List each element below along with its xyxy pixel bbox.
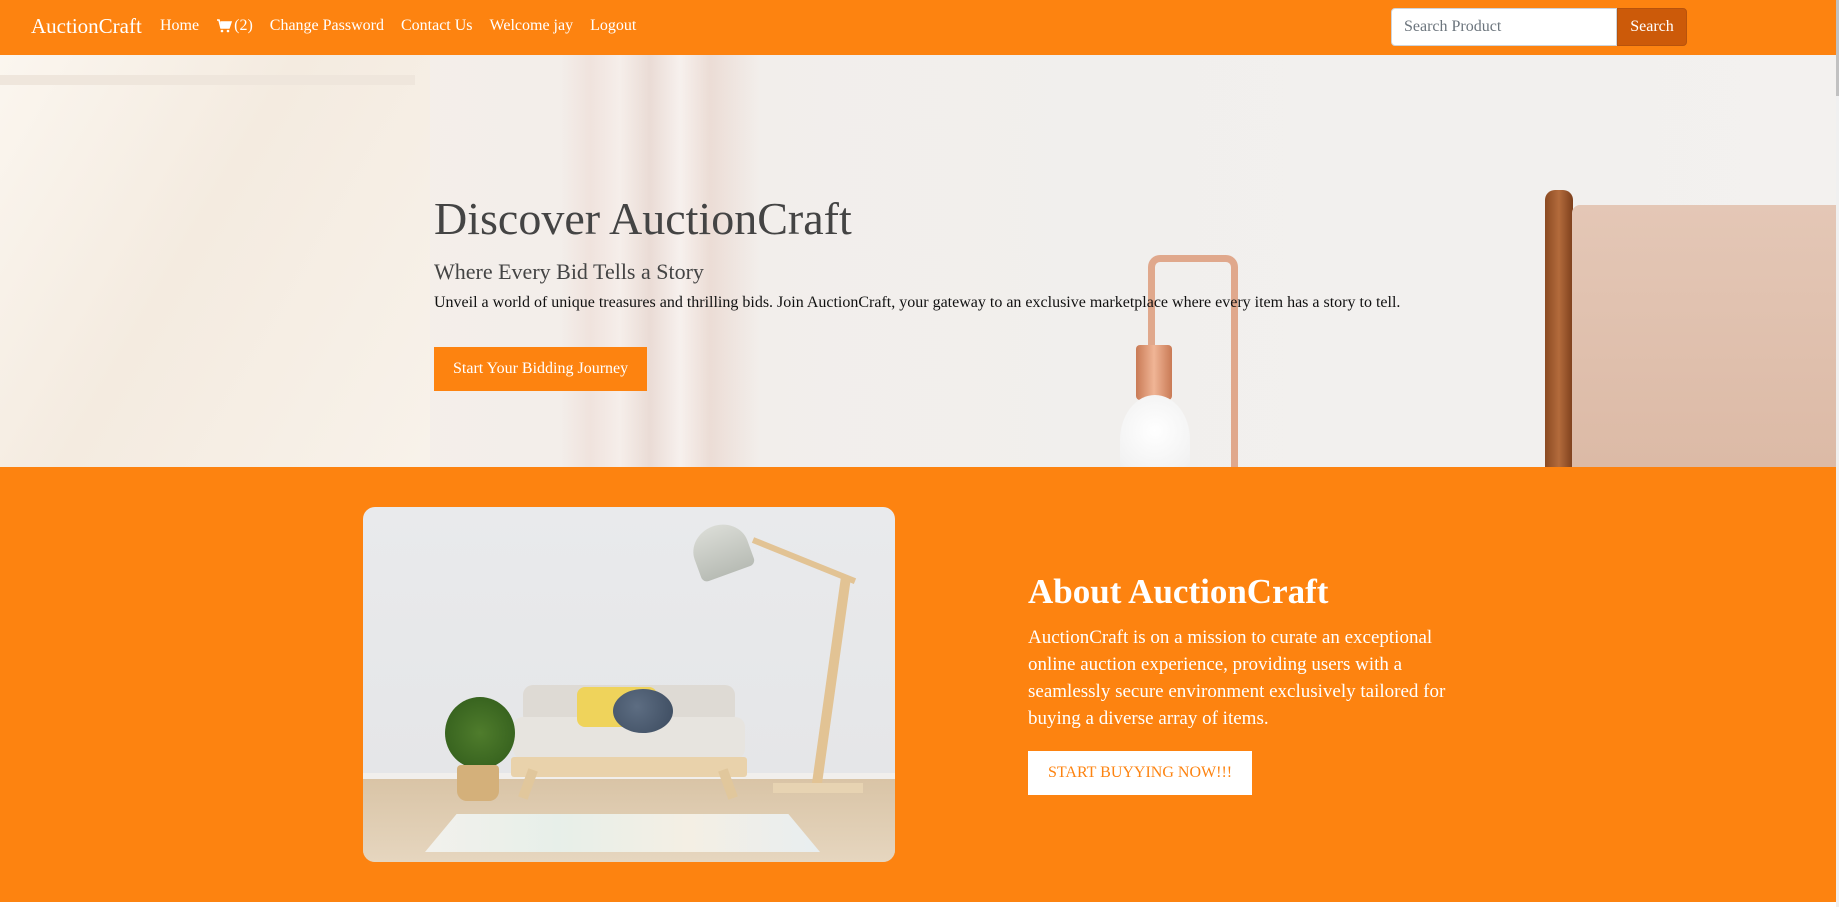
nav-logout-link[interactable]: Logout [590,16,636,36]
photo-knot-pillow [613,689,673,733]
photo-plant-pot [457,765,499,801]
photo-floor-lamp [811,576,851,786]
search-button[interactable]: Search [1617,8,1687,46]
nav-links: Home (2) Change Password Contact Us Welc… [160,16,653,36]
hero-content: Discover AuctionCraft Where Every Bid Te… [434,193,1400,391]
photo-lamp-shade [686,516,756,584]
hero-background-window [0,55,430,467]
hero-title: Discover AuctionCraft [434,193,852,244]
nav-change-password-link[interactable]: Change Password [270,16,384,36]
nav-contact-link[interactable]: Contact Us [401,16,473,36]
top-navbar: AuctionCraft Home (2) Change Password Co… [0,0,1836,55]
about-living-room-image [363,507,895,862]
about-description: AuctionCraft is on a mission to curate a… [1028,627,1446,729]
nav-home-link[interactable]: Home [160,16,199,36]
start-bidding-button[interactable]: Start Your Bidding Journey [434,347,648,391]
hero-subtitle: Where Every Bid Tells a Story [434,259,704,284]
photo-lamp-base [773,783,863,793]
nav-cart-link[interactable]: (2) [216,16,253,36]
photo-plant [445,697,515,769]
start-buying-button[interactable]: START BUYYING NOW!!! [1028,751,1253,795]
about-section: About AuctionCraft AuctionCraft is on a … [0,467,1836,902]
hero-background-chair-post [1545,190,1573,467]
search-input[interactable] [1391,8,1617,46]
cart-count: (2) [234,17,253,34]
brand-logo-link[interactable]: AuctionCraft [31,13,142,39]
photo-sofa-frame [511,757,747,777]
search-form: Search [1391,8,1687,46]
hero-background-chair [1572,205,1836,467]
about-content: About AuctionCraft AuctionCraft is on a … [1028,572,1478,795]
shopping-cart-icon [217,19,233,33]
nav-welcome-user[interactable]: Welcome jay [490,16,574,36]
photo-lamp-arm [751,537,857,584]
hero-section: Discover AuctionCraft Where Every Bid Te… [0,55,1836,467]
hero-description: Unveil a world of unique treasures and t… [434,294,1401,311]
photo-rug [425,814,820,852]
about-title: About AuctionCraft [1028,572,1329,611]
